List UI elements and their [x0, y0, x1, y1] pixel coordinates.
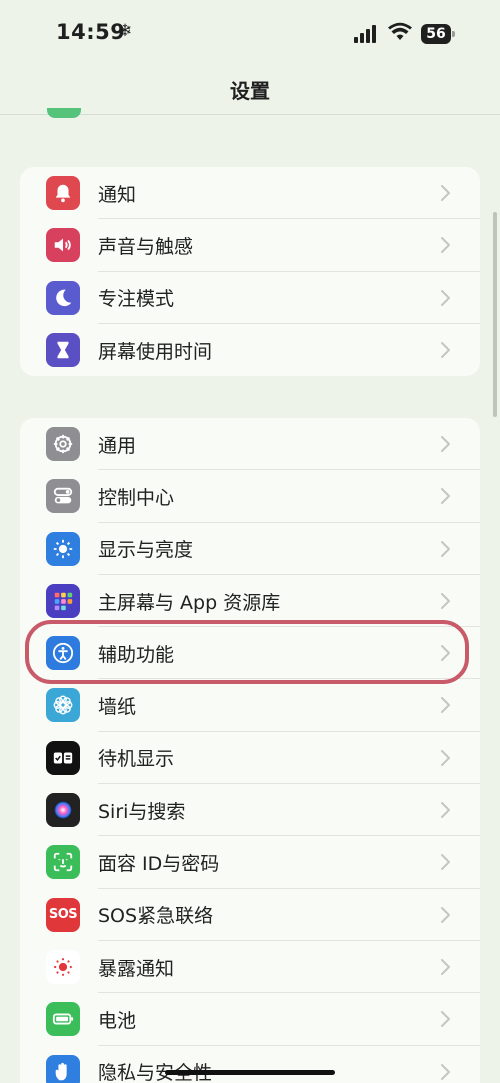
hand-icon: [46, 1054, 80, 1083]
gear-icon: [46, 427, 80, 461]
settings-row-label: Siri与搜索: [98, 800, 186, 823]
chevron-right-icon: [441, 906, 450, 923]
chevron-right-icon: [441, 185, 450, 201]
chevron-right-icon: [441, 237, 450, 254]
settings-row-sun[interactable]: 显示与亮度: [20, 523, 480, 575]
settings-row-label: 电池: [98, 1009, 137, 1032]
chevron-right-icon: [441, 802, 450, 819]
settings-row-flower[interactable]: 墙纸: [20, 679, 480, 732]
settings-row-toggles[interactable]: 控制中心: [20, 470, 480, 523]
chevron-right-icon: [441, 289, 450, 306]
chevron-right-icon: [441, 749, 450, 766]
speaker-icon: [46, 228, 80, 263]
settings-row-label: 墙纸: [98, 696, 137, 719]
settings-row-sos[interactable]: SOS SOS紧急联络: [20, 889, 480, 941]
chevron-right-icon: [441, 592, 450, 609]
exposure-icon: [46, 949, 80, 984]
settings-row-label: 通用: [98, 434, 137, 457]
settings-row-standby[interactable]: 待机显示: [20, 732, 480, 785]
settings-row-label: 声音与触感: [98, 235, 194, 258]
scroll-indicator[interactable]: [493, 212, 497, 417]
chevron-right-icon: [441, 540, 450, 557]
status-bar: 14:59 ❄ 56: [0, 0, 500, 64]
settings-row-label: 通知: [98, 183, 137, 206]
hourglass-icon: [46, 332, 80, 367]
bell-icon: [46, 176, 80, 210]
settings-row-label: 主屏幕与 App 资源库: [98, 591, 281, 614]
chevron-right-icon: [441, 1011, 450, 1028]
settings-row-faceid[interactable]: 面容 ID与密码: [20, 836, 480, 889]
flower-icon: [46, 688, 80, 723]
page-title: 设置: [230, 79, 270, 103]
settings-row-gear[interactable]: 通用: [20, 418, 480, 471]
settings-group-2: 通用 控制中心 显示与亮度 主屏幕与 App 资源库 辅助功能 墙纸 待机显示 Siri与搜索…: [20, 418, 480, 1083]
moon-icon: [46, 280, 80, 315]
chevron-right-icon: [441, 697, 450, 714]
settings-row-label: 显示与亮度: [98, 539, 194, 562]
settings-row-label: 屏幕使用时间: [98, 340, 213, 363]
settings-row-hourglass[interactable]: 屏幕使用时间: [20, 324, 480, 376]
status-time: 14:59: [56, 20, 126, 44]
sos-icon: SOS: [46, 897, 80, 932]
battery-icon: [46, 1002, 80, 1037]
cellular-signal-icon: [354, 25, 376, 43]
chevron-right-icon: [441, 958, 450, 975]
battery-indicator: 56: [421, 24, 455, 44]
highlight-annotation: [25, 620, 469, 684]
settings-row-hand[interactable]: 隐私与安全性: [20, 1046, 480, 1083]
settings-row-battery[interactable]: 电池: [20, 993, 480, 1046]
settings-row-moon[interactable]: 专注模式: [20, 272, 480, 324]
settings-row-label: 暴露通知: [98, 957, 175, 980]
settings-group-1: 通知声音与触感专注模式屏幕使用时间: [20, 167, 480, 377]
settings-row-label: 待机显示: [98, 748, 175, 771]
settings-row-label: 控制中心: [98, 486, 175, 509]
sun-icon: [46, 531, 80, 566]
settings-row-siri[interactable]: Siri与搜索: [20, 784, 480, 837]
siri-icon: [46, 793, 80, 828]
chevron-right-icon: [441, 488, 450, 505]
settings-row-speaker[interactable]: 声音与触感: [20, 219, 480, 272]
settings-row-exposure[interactable]: 暴露通知: [20, 941, 480, 994]
grid-icon: [46, 583, 80, 618]
snowflake-icon: ❄: [118, 21, 133, 41]
chevron-right-icon: [441, 1063, 450, 1080]
chevron-right-icon: [441, 341, 450, 358]
settings-row-label: SOS紧急联络: [98, 905, 214, 928]
settings-row-label: 专注模式: [98, 288, 175, 311]
chevron-right-icon: [441, 854, 450, 871]
faceid-icon: [46, 845, 80, 880]
home-indicator[interactable]: [165, 1070, 335, 1075]
settings-row-label: 面容 ID与密码: [98, 853, 220, 876]
wifi-icon: [388, 22, 412, 40]
settings-row-bell[interactable]: 通知: [20, 167, 480, 220]
standby-icon: [46, 740, 80, 775]
partial-row-icon: [47, 108, 81, 118]
chevron-right-icon: [441, 436, 450, 452]
toggles-icon: [46, 479, 80, 514]
